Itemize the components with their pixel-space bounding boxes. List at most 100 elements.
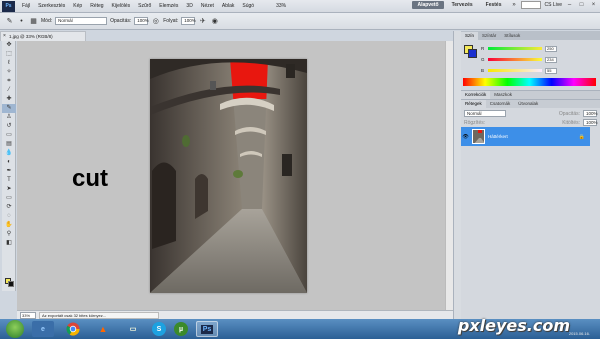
- blue-slider[interactable]: [488, 69, 542, 72]
- fill-field[interactable]: 100%: [583, 119, 598, 126]
- skype-icon[interactable]: S: [152, 322, 166, 336]
- blur-tool-icon[interactable]: 💧: [2, 149, 16, 158]
- type-tool-icon[interactable]: T: [2, 176, 16, 185]
- lasso-tool-icon[interactable]: ℓ: [2, 59, 16, 68]
- canvas-vertical-scrollbar[interactable]: [445, 41, 453, 310]
- tab-styles[interactable]: Stílusok: [500, 32, 524, 40]
- marquee-tool-icon[interactable]: ⬚: [2, 50, 16, 59]
- workspace-essentials-button[interactable]: Alapvető: [412, 1, 444, 9]
- minimize-icon[interactable]: –: [565, 1, 574, 9]
- path-select-tool-icon[interactable]: ➤: [2, 185, 16, 194]
- tab-layers[interactable]: Rétegek: [461, 100, 486, 108]
- menu-image[interactable]: Kép: [69, 3, 86, 9]
- close-icon[interactable]: ×: [589, 1, 598, 9]
- tab-adjustments[interactable]: Korrekciók: [461, 91, 491, 99]
- history-brush-tool-icon[interactable]: ↺: [2, 122, 16, 131]
- tab-swatches[interactable]: Színtár: [478, 32, 500, 40]
- photoshop-logo-icon: Ps: [2, 0, 15, 12]
- document-tab[interactable]: × 1.jpg @ 33% (RGB/8): [0, 31, 86, 41]
- color-panel: R 250 G 234 B 55: [461, 40, 600, 86]
- brush-panel-icon[interactable]: ▦: [29, 17, 38, 26]
- zoom-tool-icon[interactable]: ⚲: [2, 230, 16, 239]
- menu-layer[interactable]: Réteg: [86, 3, 107, 9]
- background-color-box[interactable]: [468, 49, 477, 58]
- zoom-level-display[interactable]: 33%: [272, 3, 290, 9]
- healing-tool-icon[interactable]: ✚: [2, 95, 16, 104]
- opacity-field[interactable]: 100%: [134, 17, 149, 25]
- pen-tool-icon[interactable]: ✒: [2, 167, 16, 176]
- 3d-orbit-tool-icon[interactable]: ◌: [2, 212, 16, 221]
- search-input[interactable]: [521, 1, 542, 9]
- utorrent-icon[interactable]: µ: [174, 322, 188, 336]
- clone-stamp-tool-icon[interactable]: ♙: [2, 113, 16, 122]
- maximize-icon[interactable]: □: [577, 1, 586, 9]
- quick-select-tool-icon[interactable]: ✧: [2, 68, 16, 77]
- tab-close-icon[interactable]: ×: [3, 32, 6, 41]
- default-colors-icon[interactable]: ◧: [2, 239, 16, 248]
- airbrush-icon[interactable]: ✈: [198, 17, 207, 26]
- red-slider-row: R 250: [481, 45, 596, 52]
- menu-view[interactable]: Nézet: [197, 3, 218, 9]
- chrome-icon[interactable]: [62, 321, 84, 337]
- vlc-icon[interactable]: ▲: [92, 321, 114, 337]
- eraser-tool-icon[interactable]: ▭: [2, 131, 16, 140]
- photoshop-taskbar-icon[interactable]: Ps: [196, 321, 218, 337]
- menu-window[interactable]: Ablak: [218, 3, 239, 9]
- layer-visibility-eye-icon[interactable]: 👁: [462, 134, 469, 140]
- options-bar: ✎ • ▦ Mód: Normál Opacitás: 100% ◎ Folya…: [0, 13, 600, 30]
- start-button-icon[interactable]: [6, 320, 24, 338]
- green-slider[interactable]: [488, 58, 542, 61]
- size-pressure-icon[interactable]: ◉: [210, 17, 219, 26]
- color-spectrum-bar[interactable]: [463, 78, 596, 86]
- layer-row-background[interactable]: 👁 Háttérkert 🔒: [461, 127, 590, 146]
- status-zoom-field[interactable]: 33%: [20, 311, 36, 319]
- workspace-painting-button[interactable]: Festés: [481, 1, 507, 9]
- gradient-tool-icon[interactable]: ▤: [2, 140, 16, 149]
- mode-select[interactable]: Normál: [55, 17, 108, 25]
- collapsed-panel-strip[interactable]: [453, 31, 461, 319]
- move-tool-icon[interactable]: ✥: [2, 41, 16, 50]
- internet-explorer-icon[interactable]: e: [32, 321, 54, 337]
- workspace-more-icon[interactable]: »: [509, 1, 518, 9]
- menu-3d[interactable]: 3D: [182, 3, 196, 9]
- workspace-design-button[interactable]: Tervezés: [447, 1, 478, 9]
- background-color-swatch[interactable]: [8, 281, 14, 287]
- hand-tool-icon[interactable]: ✋: [2, 221, 16, 230]
- cut-text: cut: [72, 165, 108, 192]
- cs-live-button[interactable]: CS Live: [544, 2, 562, 8]
- red-slider[interactable]: [488, 47, 542, 50]
- layer-opacity-field[interactable]: 100%: [583, 110, 598, 117]
- menu-help[interactable]: Súgó: [238, 3, 258, 9]
- document-image[interactable]: [150, 59, 307, 293]
- brush-size-icon[interactable]: •: [17, 17, 26, 26]
- brush-tool-icon[interactable]: ✎: [2, 104, 16, 113]
- tab-channels[interactable]: Csatornák: [486, 100, 515, 108]
- tab-color[interactable]: Szín: [461, 32, 479, 40]
- menu-filter[interactable]: Szűrő: [134, 3, 155, 9]
- eyedropper-tool-icon[interactable]: ⁄: [2, 86, 16, 95]
- blend-mode-select[interactable]: Normál: [464, 110, 506, 117]
- menu-analysis[interactable]: Elemzés: [155, 3, 182, 9]
- opacity-pressure-icon[interactable]: ◎: [151, 17, 160, 26]
- tab-masks[interactable]: Maszkok: [490, 91, 516, 99]
- menu-select[interactable]: Kijelölés: [108, 3, 135, 9]
- explorer-folder-icon[interactable]: ▭: [122, 321, 144, 337]
- status-info-text[interactable]: Az exportált csak 32 bites környez...: [39, 311, 159, 319]
- adjustments-tabs: Korrekciók Maszkok: [461, 90, 600, 99]
- tab-paths[interactable]: Útvonalak: [514, 100, 542, 108]
- dodge-tool-icon[interactable]: ◐: [2, 158, 16, 167]
- photoshop-taskbar-label: Ps: [200, 324, 214, 334]
- shape-tool-icon[interactable]: ▭: [2, 194, 16, 203]
- green-value-field[interactable]: 234: [545, 56, 557, 63]
- 3d-rotate-tool-icon[interactable]: ⟳: [2, 203, 16, 212]
- menu-file[interactable]: Fájl: [18, 3, 34, 9]
- blue-value-field[interactable]: 55: [545, 67, 557, 74]
- brush-preset-icon[interactable]: ✎: [5, 17, 14, 26]
- mode-label: Mód:: [41, 18, 53, 24]
- red-value-field[interactable]: 250: [545, 45, 557, 52]
- menu-edit[interactable]: Szerkesztés: [34, 3, 69, 9]
- flow-field[interactable]: 100%: [181, 17, 196, 25]
- layers-controls: Normál Opacitás: 100% Rögzítés: Kitöltés…: [461, 108, 600, 128]
- layer-name[interactable]: Háttérkert: [488, 134, 508, 139]
- crop-tool-icon[interactable]: ⌗: [2, 77, 16, 86]
